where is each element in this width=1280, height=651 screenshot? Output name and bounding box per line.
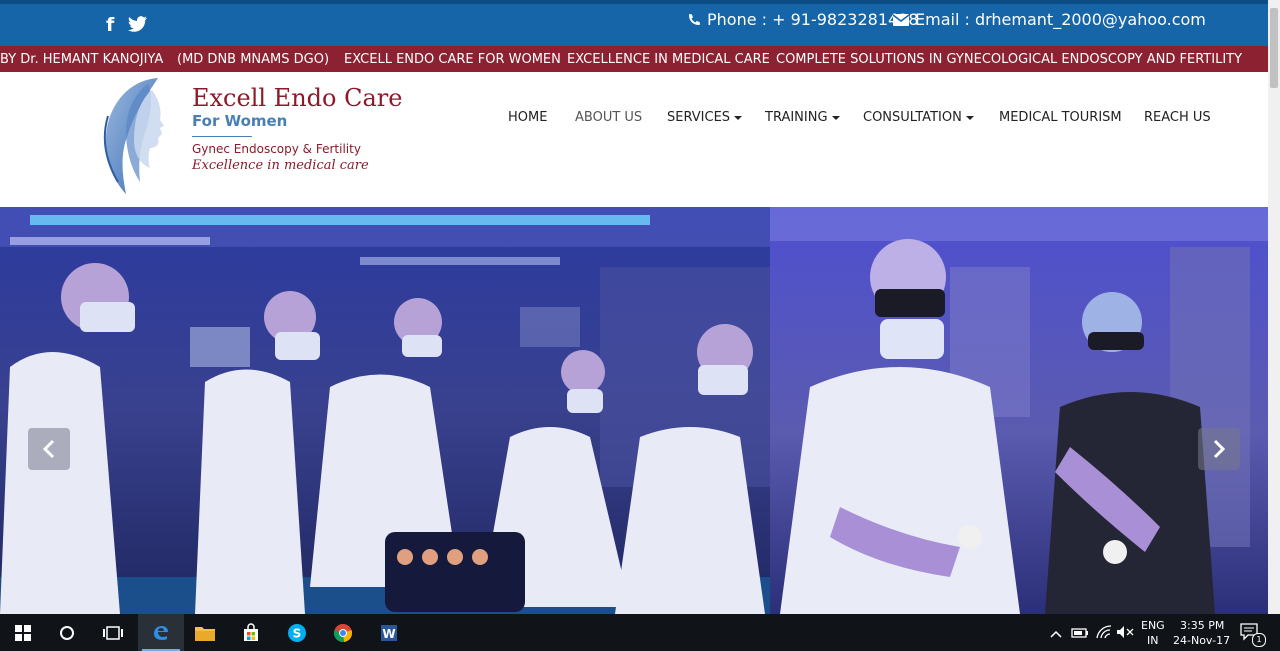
task-view-icon[interactable] xyxy=(90,614,136,651)
word-icon[interactable]: W xyxy=(366,614,412,651)
logo-subtitle: For Women xyxy=(192,112,288,130)
clock-time[interactable]: 3:35 PM xyxy=(1180,619,1224,632)
phone-icon xyxy=(689,13,700,25)
marquee-item: (MD DNB MNAMS DGO) xyxy=(177,52,330,67)
hero-slider[interactable] xyxy=(0,207,1268,614)
nav-consultation-label: CONSULTATION xyxy=(863,110,962,125)
nav-about-us[interactable]: ABOUT US xyxy=(575,110,642,125)
slide-photo-team xyxy=(0,207,770,614)
edge-icon[interactable] xyxy=(138,614,184,651)
clock-date[interactable]: 24-Nov-17 xyxy=(1173,634,1230,647)
slide-photo-surgeons xyxy=(770,207,1268,614)
language-indicator-top[interactable]: ENG xyxy=(1141,619,1165,632)
logo-silhouette-icon[interactable] xyxy=(88,76,168,201)
logo-title[interactable]: Excell Endo Care xyxy=(192,84,402,112)
nav-medical-tourism[interactable]: MEDICAL TOURISM xyxy=(999,110,1122,125)
chrome-icon[interactable] xyxy=(320,614,366,651)
nav-training[interactable]: TRAINING xyxy=(765,110,840,125)
email-contact[interactable]: Email : drhemant_2000@yahoo.com xyxy=(893,10,1206,29)
marquee-item: EXCELLENCE IN MEDICAL CARE xyxy=(567,52,770,67)
nav-consultation[interactable]: CONSULTATION xyxy=(863,110,974,125)
page-scrollbar[interactable] xyxy=(1268,0,1280,614)
svg-text:S: S xyxy=(293,626,302,640)
windows-taskbar: S W ENG IN 3:35 PM 24-Nov-17 1 xyxy=(0,614,1280,651)
volume-muted-icon[interactable] xyxy=(1116,625,1134,644)
email-text: Email : drhemant_2000@yahoo.com xyxy=(915,10,1206,29)
slider-next-button[interactable] xyxy=(1198,428,1240,470)
battery-icon[interactable] xyxy=(1071,626,1089,644)
skype-icon[interactable]: S xyxy=(274,614,320,651)
nav-services-label: SERVICES xyxy=(667,110,731,125)
chevron-left-icon xyxy=(42,439,55,459)
marquee-strip: BY Dr. HEMANT KANOJIYA (MD DNB MNAMS DGO… xyxy=(0,46,1268,72)
scrollbar-thumb[interactable] xyxy=(1270,8,1278,88)
logo-tagline: Gynec Endoscopy & Fertility xyxy=(192,142,361,156)
logo-divider xyxy=(192,136,252,137)
slider-prev-button[interactable] xyxy=(28,428,70,470)
notification-count-badge: 1 xyxy=(1252,633,1266,647)
caret-down-icon xyxy=(734,115,743,120)
nav-training-label: TRAINING xyxy=(765,110,828,125)
marquee-item: COMPLETE SOLUTIONS IN GYNECOLOGICAL ENDO… xyxy=(776,52,1243,67)
file-explorer-icon[interactable] xyxy=(182,614,228,651)
site-header xyxy=(0,72,1268,207)
caret-down-icon xyxy=(831,115,840,120)
language-indicator-bottom[interactable]: IN xyxy=(1147,634,1158,647)
twitter-icon[interactable] xyxy=(128,16,148,37)
chevron-right-icon xyxy=(1213,439,1226,459)
envelope-icon xyxy=(893,13,909,26)
cortana-icon[interactable] xyxy=(44,614,90,651)
phone-contact[interactable]: Phone : + 91-9823281428 xyxy=(687,10,919,29)
wifi-icon[interactable] xyxy=(1096,625,1112,644)
phone-text: Phone : + 91-9823281428 xyxy=(707,10,919,29)
marquee-item: EXCELL ENDO CARE FOR WOMEN xyxy=(344,52,561,67)
nav-reach-us[interactable]: REACH US xyxy=(1144,110,1211,125)
svg-text:W: W xyxy=(382,627,395,641)
nav-services[interactable]: SERVICES xyxy=(667,110,743,125)
logo-slogan: Excellence in medical care xyxy=(192,158,369,173)
facebook-icon[interactable]: f xyxy=(106,14,114,36)
chevron-up-icon[interactable] xyxy=(1050,626,1062,644)
marquee-item: BY Dr. HEMANT KANOJIYA xyxy=(0,52,164,67)
windows-start-icon[interactable] xyxy=(0,614,46,651)
caret-down-icon xyxy=(965,115,974,120)
nav-home[interactable]: HOME xyxy=(508,110,547,125)
store-icon[interactable] xyxy=(228,614,274,651)
